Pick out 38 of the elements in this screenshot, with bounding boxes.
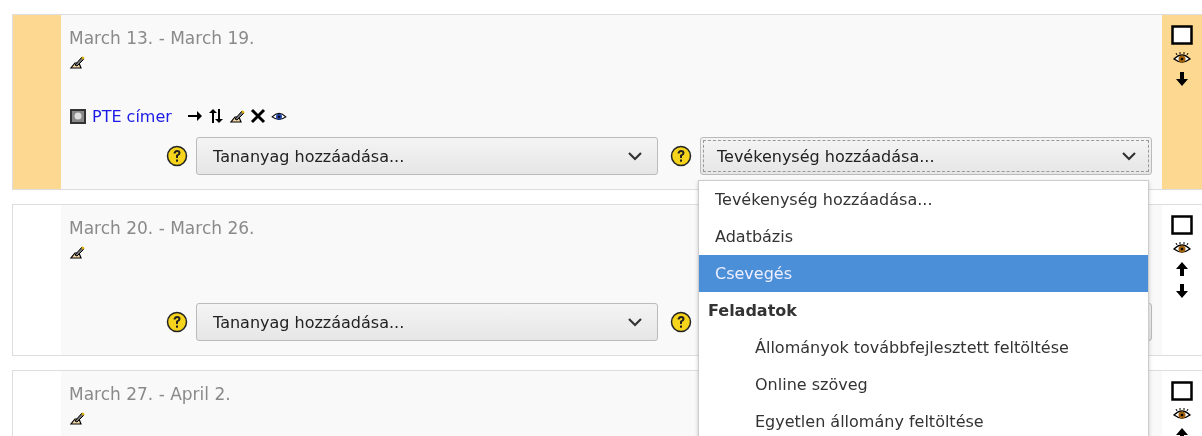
highlight-square-icon[interactable]	[1171, 25, 1193, 45]
edit-icon[interactable]	[228, 108, 245, 124]
activity-link[interactable]: PTE címer	[92, 106, 172, 126]
section-title: March 20. - March 26.	[69, 217, 255, 240]
eye-icon[interactable]	[270, 110, 287, 122]
help-icon[interactable]	[670, 145, 692, 167]
caret-icon	[627, 151, 643, 161]
arrow-up-icon[interactable]	[1175, 261, 1189, 277]
dropdown-select[interactable]: Tananyag hozzáadása...	[196, 303, 658, 341]
edit-icon[interactable]	[69, 244, 85, 260]
eye-icon[interactable]	[1173, 51, 1191, 65]
section-title: March 13. - March 19.	[69, 27, 255, 50]
dropdown-option[interactable]: Tevékenység hozzáadása...	[699, 181, 1148, 218]
help-icon[interactable]	[166, 145, 188, 167]
caret-icon	[627, 317, 643, 327]
dropdown-option[interactable]: Állományok továbbfejlesztett feltöltése	[699, 329, 1148, 366]
dropdown-option[interactable]: Egyetlen állomány feltöltése	[699, 403, 1148, 436]
dropdown-select[interactable]: Tevékenység hozzáadása...	[700, 137, 1152, 175]
arrow-right-icon[interactable]	[186, 108, 203, 124]
delete-icon[interactable]	[249, 108, 266, 124]
dropdown-option[interactable]: Adatbázis	[699, 218, 1148, 255]
dropdown-select[interactable]: Tananyag hozzáadása...	[196, 137, 658, 175]
caret-icon	[1121, 151, 1137, 161]
help-icon[interactable]	[166, 311, 188, 333]
up-down-arrows-icon[interactable]	[207, 108, 224, 124]
arrow-down-icon[interactable]	[1175, 71, 1189, 87]
edit-icon[interactable]	[69, 410, 85, 426]
arrow-down-icon[interactable]	[1175, 283, 1189, 299]
eye-icon[interactable]	[1173, 407, 1191, 421]
help-icon[interactable]	[670, 311, 692, 333]
highlight-square-icon[interactable]	[1171, 215, 1193, 235]
edit-icon[interactable]	[69, 54, 85, 70]
section-title: March 27. - April 2.	[69, 383, 231, 406]
option-group-label: Feladatok	[707, 300, 798, 322]
highlight-square-icon[interactable]	[1171, 381, 1193, 401]
dropdown-option[interactable]: Online szöveg	[699, 366, 1148, 403]
eye-icon[interactable]	[1173, 241, 1191, 255]
image-icon	[69, 107, 87, 125]
